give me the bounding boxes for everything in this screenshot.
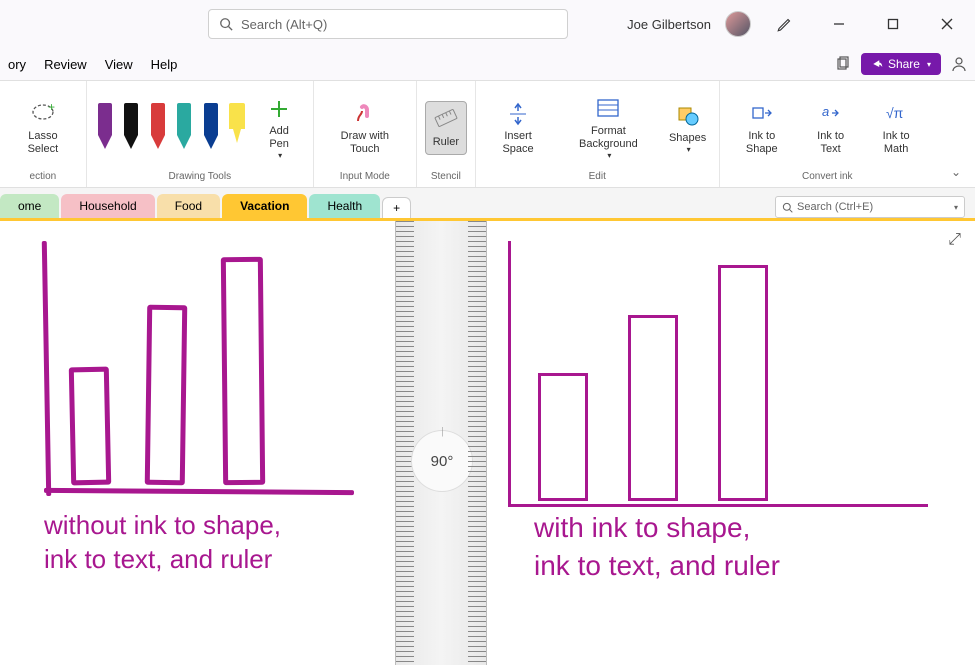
section-tab-food[interactable]: Food [157, 194, 220, 218]
ink-to-shape-button[interactable]: Ink to Shape [728, 96, 796, 160]
share-button[interactable]: Share ▾ [861, 53, 941, 75]
menu-item[interactable]: View [105, 57, 133, 72]
add-pen-label: Add Pen [260, 125, 299, 151]
ruler-stencil[interactable]: 90° [395, 221, 487, 665]
format-bg-label: Format Background [564, 125, 652, 151]
format-background-button[interactable]: Format Background▾ [558, 91, 658, 165]
pen-tool[interactable] [121, 103, 141, 153]
lasso-select-button[interactable]: + Lasso Select [8, 96, 78, 160]
pen-tool[interactable] [95, 103, 115, 153]
search-placeholder: Search (Alt+Q) [241, 17, 327, 32]
group-label: Convert ink [802, 171, 853, 185]
ribbon-group-input-mode: Draw with Touch Input Mode [314, 81, 417, 187]
page-search-placeholder: Search (Ctrl+E) [797, 201, 873, 213]
section-tab-home[interactable]: ome [0, 194, 59, 218]
clean-caption: with ink to shape, ink to text, and rule… [534, 509, 780, 585]
shapes-label: Shapes [669, 132, 706, 145]
user-name-label: Joe Gilbertson [627, 17, 711, 32]
add-section-button[interactable]: + [382, 197, 411, 218]
ribbon: + Lasso Select ection Add Pen▾ Drawing T… [0, 80, 975, 188]
minimize-button[interactable] [819, 8, 859, 40]
ruler-angle-value: 90° [431, 453, 454, 470]
search-icon [219, 17, 233, 31]
ruler-label: Ruler [433, 136, 459, 149]
ink-to-math-button[interactable]: √π Ink to Math [865, 96, 927, 160]
insert-space-label: Insert Space [490, 130, 546, 156]
draw-with-touch-button[interactable]: Draw with Touch [322, 96, 408, 160]
svg-text:+: + [48, 101, 55, 114]
ribbon-group-edit: Insert Space Format Background▾ Shapes▾ … [476, 81, 720, 187]
ribbon-group-stencil: Ruler Stencil [417, 81, 476, 187]
ruler-button[interactable]: Ruler [425, 101, 467, 154]
ruler-angle-dial[interactable]: 90° [412, 431, 472, 491]
highlighter-tool[interactable] [227, 103, 247, 153]
pen-tool[interactable] [148, 103, 168, 153]
shapes-button[interactable]: Shapes▾ [665, 98, 711, 159]
maximize-button[interactable] [873, 8, 913, 40]
chevron-down-icon: ▾ [954, 203, 958, 212]
insert-space-button[interactable]: Insert Space [484, 96, 552, 160]
pen-tool[interactable] [201, 103, 221, 153]
ribbon-collapse[interactable]: ⌄ [935, 81, 975, 187]
close-button[interactable] [927, 8, 967, 40]
lasso-label: Lasso Select [14, 130, 72, 156]
menu-item[interactable]: Review [44, 57, 87, 72]
ribbon-group-drawing-tools: Add Pen▾ Drawing Tools [87, 81, 314, 187]
person-icon[interactable] [951, 56, 967, 72]
hand-caption: without ink to shape, ink to text, and r… [44, 509, 281, 577]
group-label: Stencil [431, 171, 461, 185]
avatar[interactable] [725, 11, 751, 37]
group-label: Edit [589, 171, 606, 185]
menu-bar: ory Review View Help Share ▾ [0, 48, 975, 80]
search-icon [782, 202, 793, 213]
pen-settings-icon[interactable] [765, 8, 805, 40]
chevron-down-icon: ▾ [927, 60, 931, 69]
group-label: Input Mode [340, 171, 390, 185]
copy-icon[interactable] [835, 56, 851, 72]
page-search-input[interactable]: Search (Ctrl+E) ▾ [775, 196, 965, 218]
group-label: ection [30, 171, 57, 185]
menu-item[interactable]: ory [8, 57, 26, 72]
ribbon-group-convert-ink: Ink to Shape a Ink to Text √π Ink to Mat… [720, 81, 935, 187]
section-tabs: omeHouseholdFoodVacationHealth + Search … [0, 188, 975, 218]
share-icon [871, 58, 883, 70]
expand-icon[interactable]: ⤢ [948, 231, 961, 249]
ink-shape-label: Ink to Shape [734, 130, 790, 156]
section-tab-household[interactable]: Household [61, 194, 154, 218]
section-tab-vacation[interactable]: Vacation [222, 194, 307, 218]
title-bar: Search (Alt+Q) Joe Gilbertson [0, 0, 975, 48]
draw-touch-label: Draw with Touch [328, 130, 402, 156]
page-canvas[interactable]: ⤢ without ink to shape, ink to text, and… [0, 218, 975, 662]
ribbon-group-selection: + Lasso Select ection [0, 81, 87, 187]
pen-tool[interactable] [174, 103, 194, 153]
group-label: Drawing Tools [168, 171, 231, 185]
global-search-input[interactable]: Search (Alt+Q) [208, 9, 568, 39]
section-tab-health[interactable]: Health [309, 194, 380, 218]
svg-text:a: a [822, 104, 829, 119]
menu-item[interactable]: Help [151, 57, 178, 72]
ink-to-text-button[interactable]: a Ink to Text [802, 96, 859, 160]
share-label: Share [888, 57, 920, 71]
svg-text:√π: √π [886, 105, 904, 121]
ink-math-label: Ink to Math [871, 130, 921, 156]
add-pen-button[interactable]: Add Pen▾ [254, 91, 305, 165]
ink-text-label: Ink to Text [808, 130, 853, 156]
